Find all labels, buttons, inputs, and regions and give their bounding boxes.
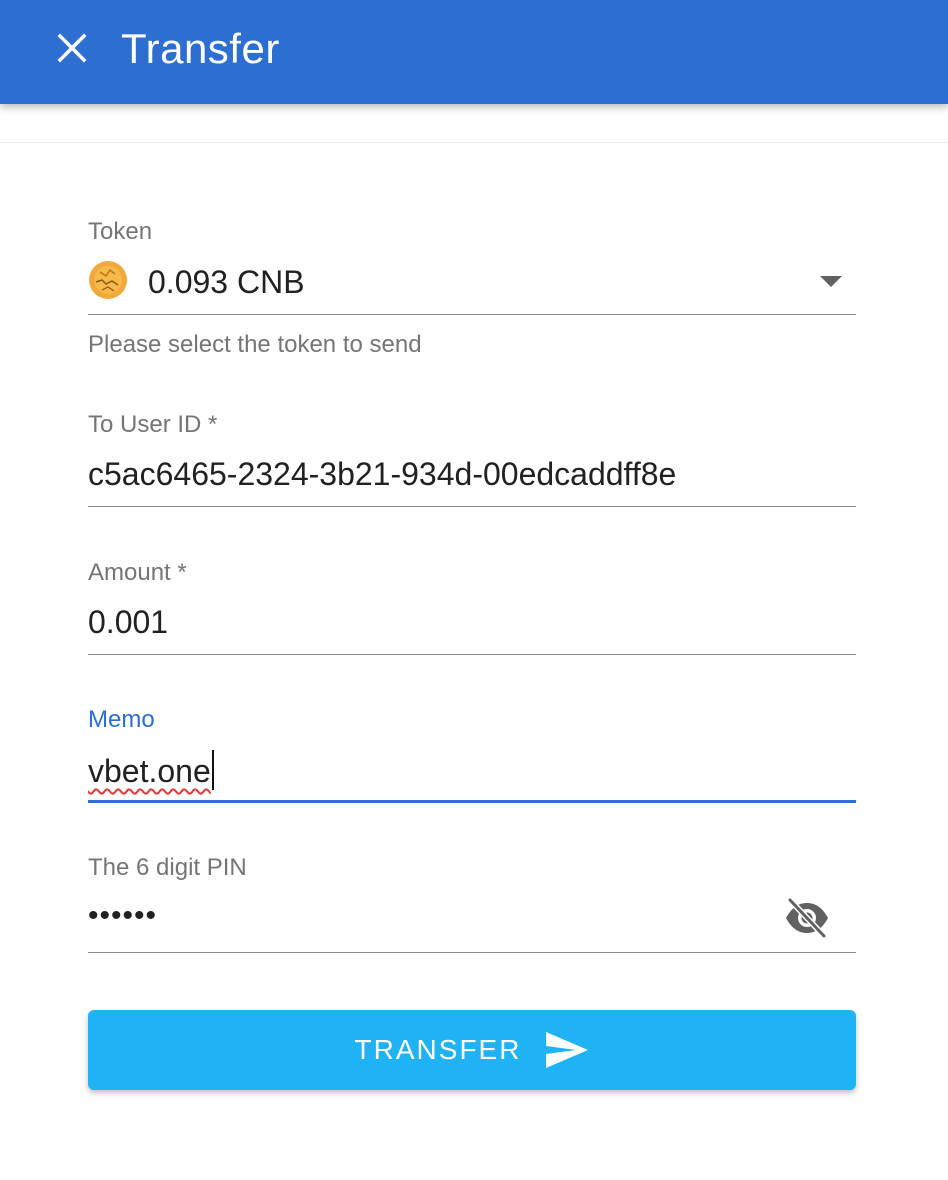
app-bar: Transfer xyxy=(0,0,948,104)
token-helper-text: Please select the token to send xyxy=(88,331,422,358)
token-coin-icon xyxy=(89,261,127,299)
pin-label: The 6 digit PIN xyxy=(88,854,247,881)
pin-underline xyxy=(88,952,856,953)
memo-underline xyxy=(88,800,856,803)
close-button[interactable] xyxy=(48,24,96,72)
token-underline xyxy=(88,314,856,315)
memo-label: Memo xyxy=(88,706,155,733)
page-title: Transfer xyxy=(121,25,280,72)
to-user-input[interactable]: c5ac6465-2324-3b21-934d-00edcaddff8e xyxy=(88,454,676,494)
transfer-button-label: TRANSFER xyxy=(354,1034,522,1065)
to-user-underline xyxy=(88,506,856,507)
memo-value: vbet.one xyxy=(88,753,211,789)
chevron-down-icon[interactable] xyxy=(820,276,842,287)
pin-input[interactable]: •••••• xyxy=(88,896,157,936)
transfer-button[interactable]: TRANSFER xyxy=(88,1010,856,1090)
token-select-value[interactable]: 0.093 CNB xyxy=(148,262,305,302)
to-user-label: To User ID * xyxy=(88,411,218,438)
token-label: Token xyxy=(88,218,153,245)
memo-input[interactable]: vbet.one xyxy=(88,750,214,791)
text-cursor xyxy=(211,750,214,790)
amount-underline xyxy=(88,654,856,655)
close-icon xyxy=(57,33,87,63)
divider xyxy=(0,142,948,143)
visibility-off-icon[interactable] xyxy=(784,896,830,940)
amount-label: Amount * xyxy=(88,559,187,586)
amount-input[interactable]: 0.001 xyxy=(88,602,168,642)
send-icon xyxy=(546,1032,589,1068)
